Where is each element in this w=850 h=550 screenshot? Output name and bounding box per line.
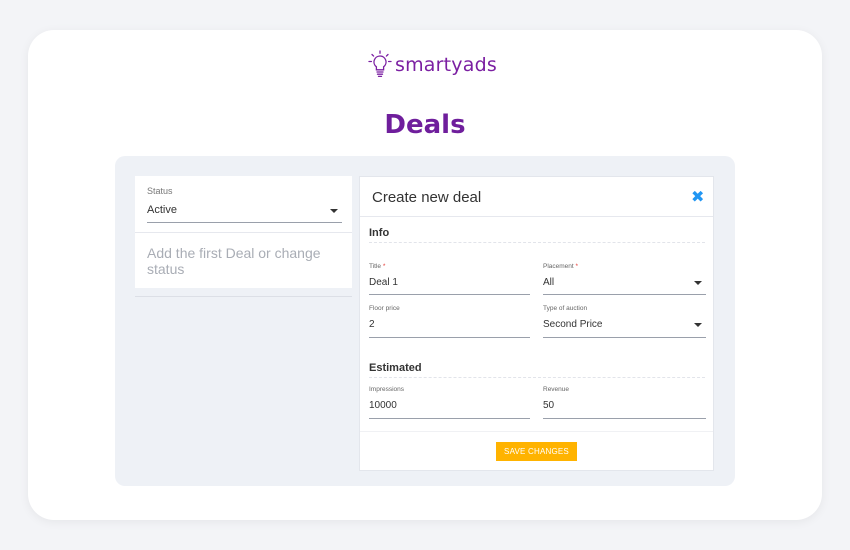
floor-price-underline <box>369 337 530 338</box>
divider <box>135 296 352 297</box>
auction-type-underline <box>543 337 706 338</box>
chevron-down-icon[interactable] <box>694 323 702 327</box>
page-title: Deals <box>384 110 466 140</box>
auction-type-select[interactable]: Second Price <box>543 319 602 330</box>
floor-price-input[interactable]: 2 <box>369 319 375 330</box>
lightbulb-icon <box>368 50 392 78</box>
title-underline <box>369 294 530 295</box>
create-deal-form: Create new deal ✖ Info Title * Deal 1 Pl… <box>359 176 714 471</box>
impressions-label: Impressions <box>369 386 405 393</box>
divider <box>360 431 713 432</box>
divider <box>369 242 705 243</box>
placement-select[interactable]: All <box>543 277 554 288</box>
brand-logo: smartyads <box>366 50 497 80</box>
revenue-underline <box>543 418 706 419</box>
divider <box>369 377 705 378</box>
status-underline <box>147 222 342 223</box>
status-label: Status <box>147 186 173 196</box>
placement-underline <box>543 294 706 295</box>
revenue-input[interactable]: 50 <box>543 400 554 411</box>
deals-sidebar: Status Active Add the first Deal or chan… <box>135 176 352 288</box>
impressions-underline <box>369 418 530 419</box>
form-title: Create new deal <box>372 189 482 206</box>
save-changes-button[interactable]: SAVE CHANGES <box>496 442 577 461</box>
info-section-title: Info <box>369 227 390 239</box>
divider <box>135 232 352 233</box>
chevron-down-icon[interactable] <box>330 209 338 213</box>
divider <box>360 216 713 217</box>
floor-price-label: Floor price <box>369 305 400 312</box>
empty-state-message: Add the first Deal or change status <box>147 245 321 277</box>
auction-type-label: Type of auction <box>543 305 588 312</box>
revenue-label: Revenue <box>543 386 570 393</box>
status-select[interactable]: Active <box>147 204 177 216</box>
required-marker: * <box>575 263 579 270</box>
title-field-label: Title * <box>369 263 386 270</box>
estimated-section-title: Estimated <box>369 362 422 374</box>
title-input[interactable]: Deal 1 <box>369 277 398 288</box>
placement-field-label: Placement * <box>543 263 579 270</box>
required-marker: * <box>382 263 386 270</box>
impressions-input[interactable]: 10000 <box>369 400 397 411</box>
chevron-down-icon[interactable] <box>694 281 702 285</box>
close-icon[interactable]: ✖ <box>691 190 705 206</box>
brand-name: smartyads <box>395 54 497 76</box>
